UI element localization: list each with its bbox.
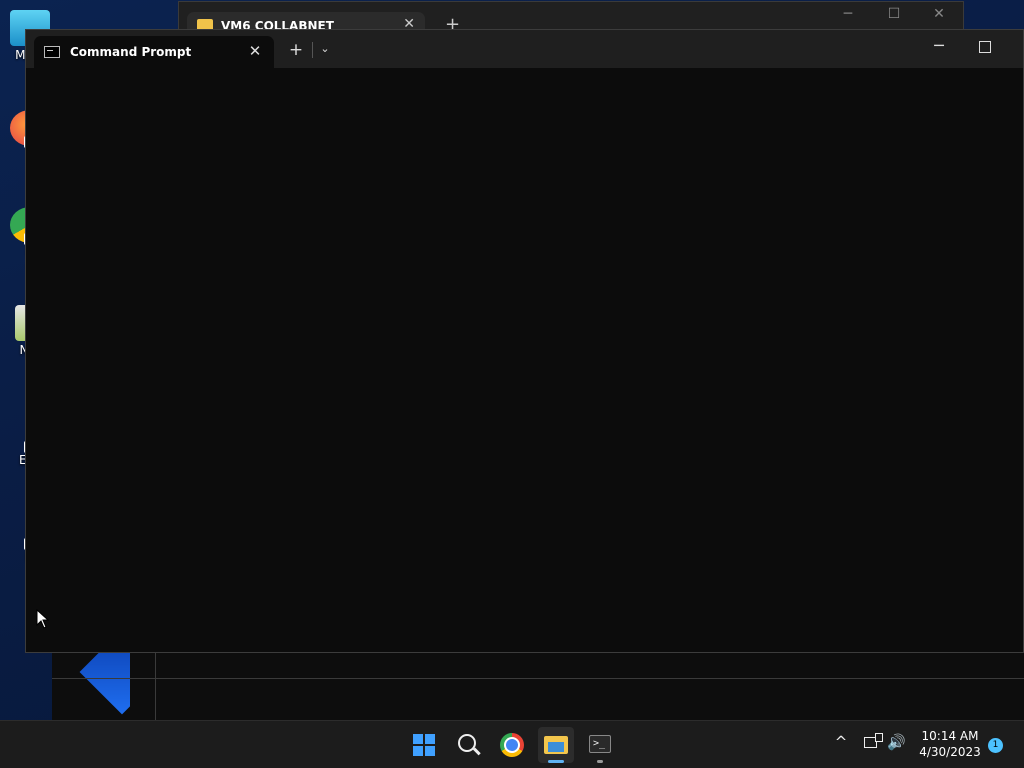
volume-icon[interactable]: 🔊	[887, 733, 906, 751]
terminal-tab-close-button[interactable]: ✕	[246, 42, 264, 60]
clock-date: 4/30/2023	[919, 745, 981, 759]
terminal-content-area[interactable]	[26, 68, 1023, 652]
terminal-new-tab-button[interactable]: +	[287, 40, 305, 60]
windows-start-icon	[413, 734, 435, 756]
titlebar-separator	[312, 42, 313, 58]
network-icon[interactable]	[864, 733, 883, 748]
chrome-icon	[500, 733, 524, 757]
taskbar-chrome-button[interactable]	[494, 727, 530, 763]
cmd-icon	[44, 46, 60, 58]
terminal-minimize-button[interactable]: ─	[929, 36, 949, 55]
explorer-close-button[interactable]: ✕	[927, 6, 951, 22]
explorer-minimize-button[interactable]: ─	[836, 6, 860, 22]
terminal-tab-title: Command Prompt	[70, 45, 192, 59]
search-icon	[458, 734, 476, 752]
taskbar: >_ ^ 🔊 10:14 AM 4/30/2023 1	[0, 720, 1024, 768]
notification-badge[interactable]: 1	[988, 738, 1003, 753]
taskbar-start-button[interactable]	[406, 727, 442, 763]
clock[interactable]: 10:14 AM 4/30/2023	[914, 728, 986, 760]
taskbar-terminal-button[interactable]: >_	[582, 727, 618, 763]
terminal-dropdown-button[interactable]: ⌄	[316, 42, 334, 55]
terminal-tab-command-prompt[interactable]: Command Prompt ✕	[34, 36, 274, 68]
terminal-maximize-button[interactable]	[979, 41, 991, 53]
wallpaper-fragment	[52, 652, 130, 720]
explorer-body	[52, 652, 1024, 721]
explorer-divider	[52, 678, 1024, 679]
active-indicator	[548, 760, 564, 763]
terminal-icon: >_	[589, 735, 611, 753]
terminal-window[interactable]: Command Prompt ✕ + ⌄ ─	[25, 29, 1024, 653]
taskbar-file-explorer-button[interactable]	[538, 727, 574, 763]
explorer-pane-divider	[155, 652, 156, 720]
terminal-titlebar[interactable]: Command Prompt ✕ + ⌄ ─	[26, 30, 1023, 68]
file-explorer-icon	[544, 736, 568, 754]
running-indicator	[597, 760, 603, 763]
explorer-maximize-button[interactable]: ☐	[882, 6, 906, 22]
clock-time: 10:14 AM	[921, 729, 979, 743]
taskbar-search-button[interactable]	[450, 727, 486, 763]
tray-overflow-chevron-icon[interactable]: ^	[834, 733, 848, 751]
